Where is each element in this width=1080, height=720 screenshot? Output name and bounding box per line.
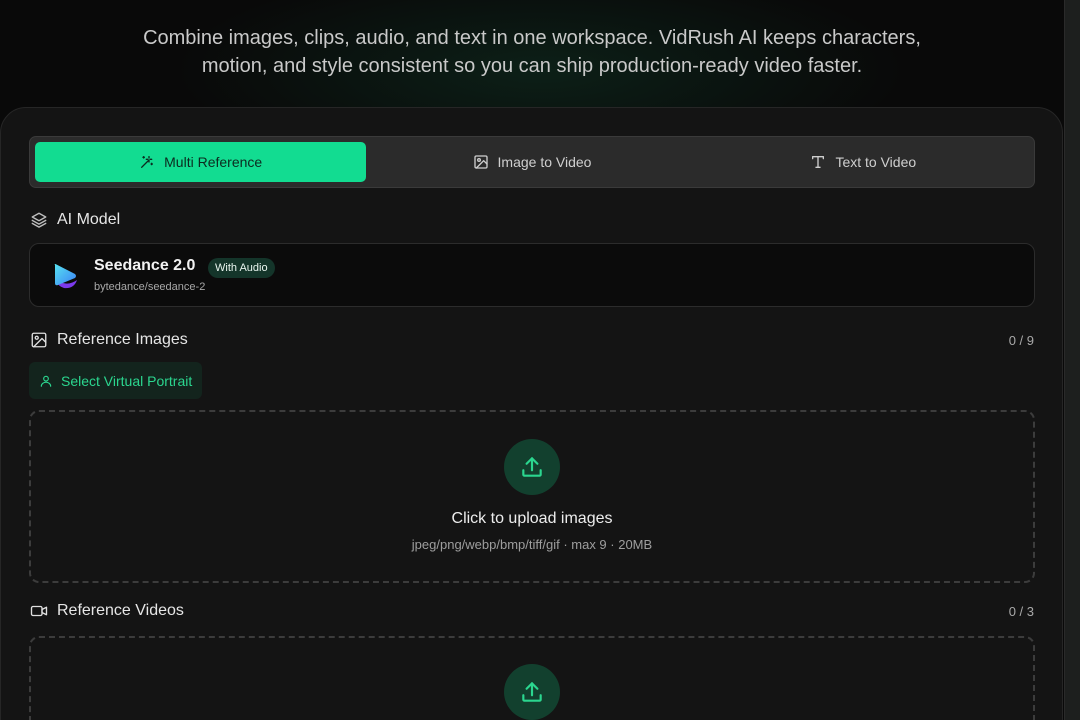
upload-button[interactable] <box>504 439 560 495</box>
video-upload-dropzone[interactable] <box>29 636 1035 720</box>
tab-image-to-video[interactable]: Image to Video <box>366 142 697 182</box>
upload-images-title: Click to upload images <box>451 510 613 527</box>
hero-subtitle-line-1: Combine images, clips, audio, and text i… <box>143 27 921 49</box>
tab-multi-reference[interactable]: Multi Reference <box>35 142 367 182</box>
hero-subtitle-line-2: motion, and style consistent so you can … <box>201 55 863 77</box>
reference-videos-counter: 0 / 3 <box>1008 604 1034 619</box>
user-icon <box>40 375 52 387</box>
image-icon <box>473 155 488 169</box>
video-camera-icon <box>30 605 48 617</box>
model-name: Seedance 2.0 <box>94 257 196 274</box>
hero-subtitle: Combine images, clips, audio, and text i… <box>0 24 1064 80</box>
ai-model-label: AI Model <box>57 211 121 228</box>
tab-label: Text to Video <box>835 154 917 170</box>
text-icon <box>812 156 825 168</box>
reference-images-counter: 0 / 9 <box>1008 333 1034 348</box>
portrait-button-label: Select Virtual Portrait <box>61 372 193 389</box>
reference-images-heading: Reference Images <box>30 331 188 349</box>
model-selector[interactable]: Seedance 2.0 With Audio bytedance/seedan… <box>29 243 1035 307</box>
upload-images-hint: jpeg/png/webp/bmp/tiff/gif · max 9 · 20M… <box>411 537 653 552</box>
magic-wand-icon <box>141 156 154 168</box>
layers-icon <box>31 212 47 228</box>
tab-text-to-video[interactable]: Text to Video <box>698 142 1029 182</box>
tab-label: Multi Reference <box>164 154 263 170</box>
scrollbar[interactable] <box>1064 0 1080 720</box>
page: Combine images, clips, audio, and text i… <box>0 0 1080 720</box>
reference-videos-heading: Reference Videos <box>30 602 184 620</box>
select-virtual-portrait-button[interactable]: Select Virtual Portrait <box>29 362 203 399</box>
with-audio-badge: With Audio <box>208 258 275 278</box>
reference-images-label: Reference Images <box>57 331 188 348</box>
tab-label: Image to Video <box>497 154 592 170</box>
model-id: bytedance/seedance-2 <box>94 281 206 293</box>
upload-button[interactable] <box>504 664 560 720</box>
upload-icon <box>522 457 542 477</box>
reference-videos-label: Reference Videos <box>57 602 184 619</box>
image-icon <box>31 332 47 348</box>
ai-model-heading: AI Model <box>30 211 120 229</box>
seedance-logo-icon <box>54 264 77 289</box>
upload-icon <box>522 682 542 702</box>
mode-tabs: Multi Reference Image to Video Text to V… <box>29 136 1035 188</box>
image-upload-dropzone[interactable]: Click to upload images jpeg/png/webp/bmp… <box>29 410 1035 583</box>
